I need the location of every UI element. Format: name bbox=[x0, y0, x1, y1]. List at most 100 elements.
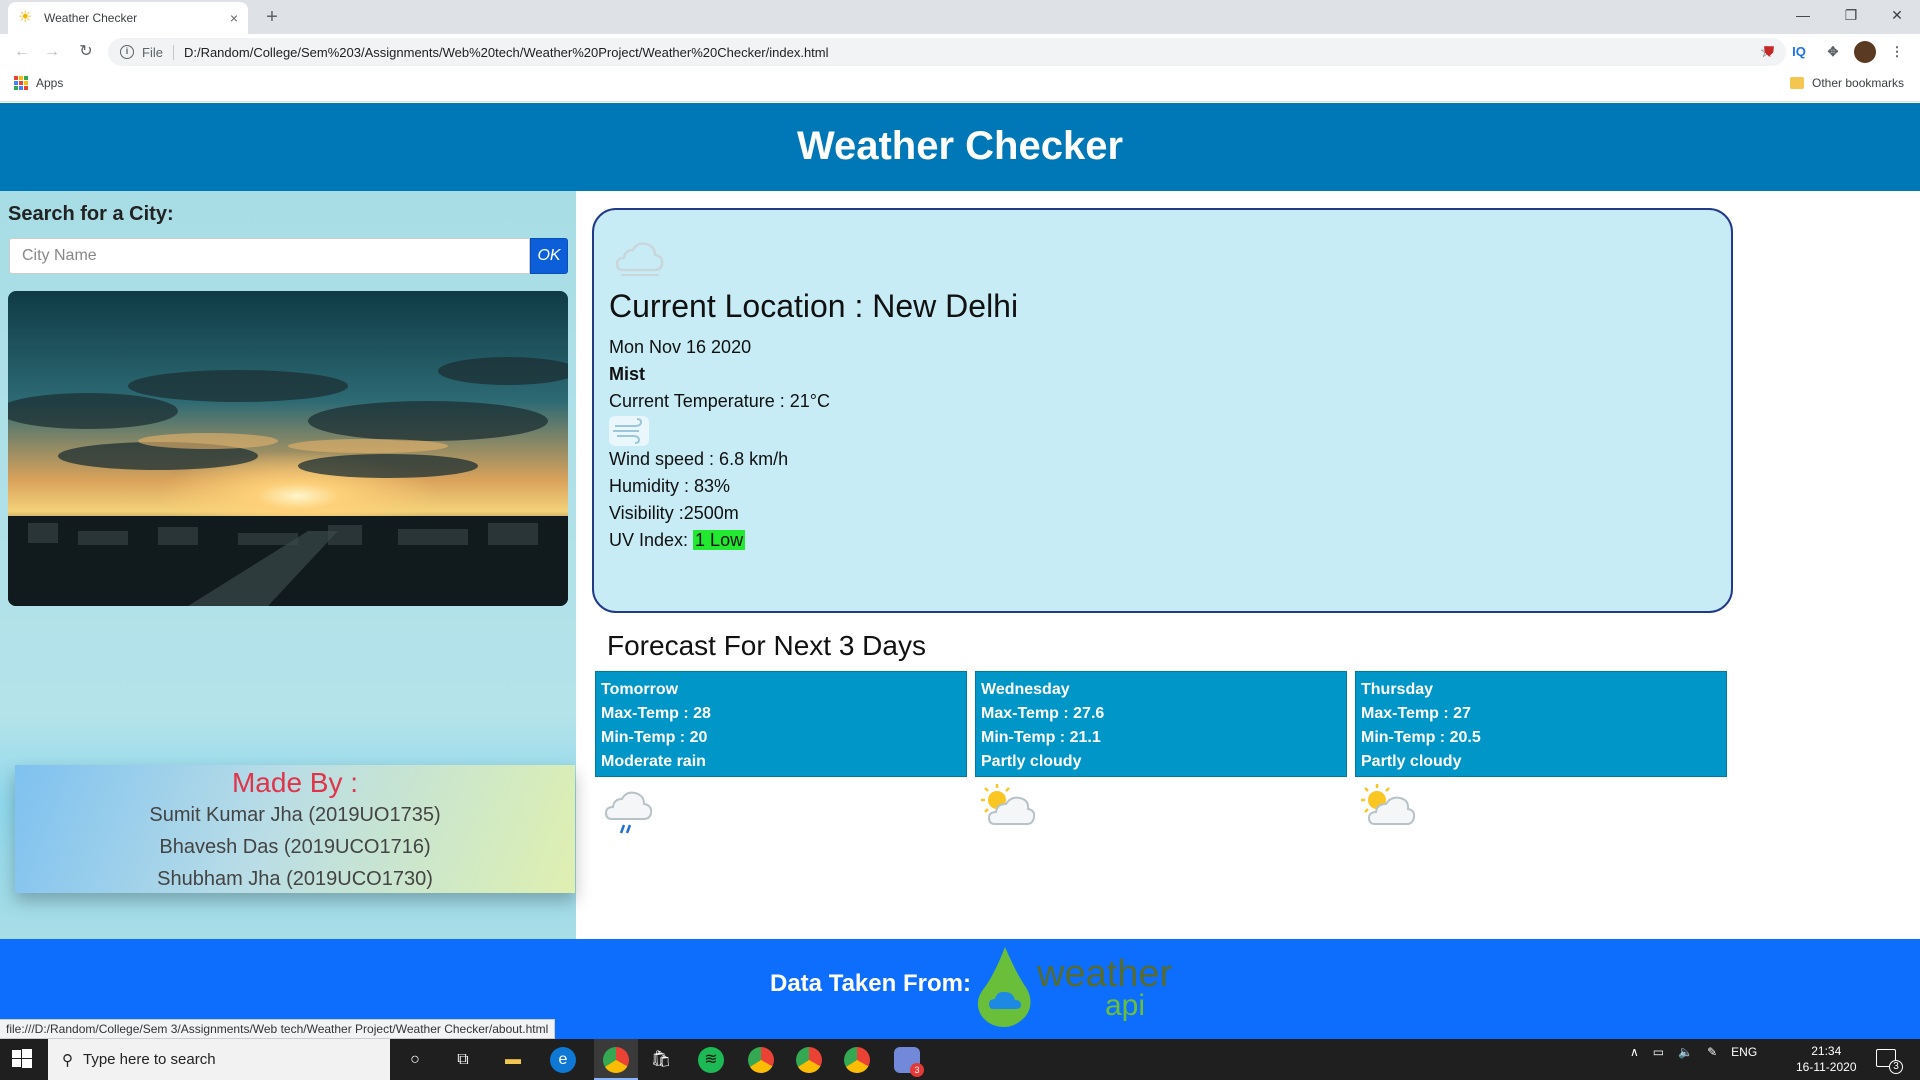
wind-speed: Wind speed : 6.8 km/h bbox=[609, 449, 789, 469]
forecast-min: Min-Temp : 20.5 bbox=[1361, 729, 1481, 746]
partly-cloudy-icon bbox=[1359, 784, 1417, 835]
folder-icon bbox=[1790, 77, 1804, 89]
chrome-profile-icon[interactable] bbox=[844, 1047, 870, 1073]
search-icon: ⚲ bbox=[62, 1051, 73, 1069]
notification-center-icon[interactable]: 3 bbox=[1876, 1049, 1903, 1074]
battery-icon[interactable]: ▭ bbox=[1653, 1045, 1664, 1059]
notification-count: 3 bbox=[1889, 1060, 1903, 1074]
close-tab-icon[interactable]: × bbox=[230, 10, 238, 26]
sun-favicon-icon: ☀ bbox=[18, 9, 33, 26]
other-bookmarks-label: Other bookmarks bbox=[1812, 76, 1905, 90]
ok-button[interactable]: OK bbox=[530, 238, 568, 274]
current-condition: Mist bbox=[609, 364, 645, 384]
taskbar-clock[interactable]: 21:34 16-11-2020 bbox=[1796, 1043, 1857, 1075]
store-icon[interactable]: 🛍 bbox=[648, 1047, 674, 1073]
system-tray: ∧ ▭ 🔈 ✎ ENG bbox=[1630, 1045, 1757, 1059]
windows-start-icon[interactable] bbox=[12, 1049, 32, 1074]
forecast-max: Max-Temp : 27 bbox=[1361, 705, 1471, 722]
visibility: Visibility :2500m bbox=[609, 503, 739, 523]
spotify-icon[interactable]: ≋ bbox=[698, 1047, 724, 1073]
tab-strip bbox=[0, 0, 1920, 34]
forecast-card: Thursday Max-Temp : 27 Min-Temp : 20.5 P… bbox=[1355, 671, 1727, 777]
forecast-card: Wednesday Max-Temp : 27.6 Min-Temp : 21.… bbox=[975, 671, 1347, 777]
forward-icon[interactable]: → bbox=[40, 40, 64, 64]
apps-label: Apps bbox=[36, 76, 64, 90]
browser-tab[interactable]: ☀ Weather Checker × bbox=[8, 2, 248, 34]
link-status-bar: file:///D:/Random/College/Sem 3/Assignme… bbox=[0, 1019, 556, 1039]
chevron-up-icon[interactable]: ∧ bbox=[1630, 1045, 1639, 1059]
cortana-icon[interactable]: ○ bbox=[402, 1047, 428, 1073]
page-title: Weather Checker bbox=[0, 103, 1920, 191]
back-icon[interactable]: ← bbox=[10, 40, 34, 64]
reload-icon[interactable]: ↻ bbox=[74, 40, 98, 64]
forecast-day: Thursday bbox=[1361, 681, 1434, 698]
forecast-condition: Moderate rain bbox=[601, 753, 706, 770]
partly-cloudy-icon bbox=[979, 784, 1037, 835]
discord-icon[interactable]: 3 bbox=[894, 1047, 924, 1077]
wind-icon bbox=[609, 416, 649, 451]
logo-word-api: api bbox=[1105, 989, 1146, 1022]
taskbar-search-placeholder: Type here to search bbox=[83, 1051, 216, 1068]
credit-member: Bhavesh Das (2019UCO1716) bbox=[159, 836, 431, 858]
forecast-min: Min-Temp : 21.1 bbox=[981, 729, 1101, 746]
info-icon[interactable]: i bbox=[120, 45, 134, 59]
language-indicator[interactable]: ENG bbox=[1731, 1045, 1757, 1059]
current-location: Current Location : New Delhi bbox=[609, 288, 1019, 324]
file-explorer-icon[interactable]: ▬ bbox=[500, 1047, 526, 1073]
profile-avatar[interactable] bbox=[1854, 41, 1876, 63]
forecast-max: Max-Temp : 27.6 bbox=[981, 705, 1105, 722]
url-text[interactable]: D:/Random/College/Sem%203/Assignments/We… bbox=[184, 45, 829, 60]
rain-cloud-icon bbox=[604, 789, 654, 844]
forecast-max: Max-Temp : 28 bbox=[601, 705, 711, 722]
new-tab-button[interactable]: + bbox=[258, 4, 286, 32]
forecast-day: Wednesday bbox=[981, 681, 1070, 698]
iq-extension-icon[interactable]: IQ bbox=[1788, 41, 1810, 63]
search-label: Search for a City: bbox=[8, 203, 174, 225]
address-bar[interactable]: i File D:/Random/College/Sem%203/Assignm… bbox=[108, 38, 1786, 66]
apps-bookmark[interactable]: Apps bbox=[14, 76, 63, 90]
current-date: Mon Nov 16 2020 bbox=[609, 337, 752, 357]
uv-index: UV Index: 1 Low bbox=[609, 530, 746, 551]
forecast-day: Tomorrow bbox=[601, 681, 679, 698]
credits-box: Made By : Sumit Kumar Jha (2019UO1735) B… bbox=[15, 765, 575, 893]
file-scheme-label: File bbox=[142, 44, 174, 60]
volume-icon[interactable]: 🔈 bbox=[1678, 1045, 1693, 1059]
edge-icon[interactable]: e bbox=[550, 1047, 576, 1073]
other-bookmarks[interactable]: Other bookmarks bbox=[1790, 76, 1904, 90]
uv-index-badge: 1 Low bbox=[693, 530, 746, 550]
weatherapi-logo[interactable]: weather api bbox=[975, 945, 1172, 1029]
discord-badge: 3 bbox=[910, 1063, 924, 1077]
forecast-title: Forecast For Next 3 Days bbox=[607, 630, 926, 661]
tab-title: Weather Checker bbox=[44, 11, 138, 25]
menu-kebab-icon[interactable]: ⋮ bbox=[1886, 41, 1908, 63]
uv-index-label: UV Index: bbox=[609, 530, 694, 550]
forecast-condition: Partly cloudy bbox=[981, 753, 1082, 770]
clock-date: 16-11-2020 bbox=[1796, 1060, 1857, 1074]
city-search-input[interactable] bbox=[9, 238, 530, 274]
forecast-condition: Partly cloudy bbox=[1361, 753, 1462, 770]
credits-title: Made By : bbox=[231, 767, 359, 798]
sunset-city-image bbox=[8, 291, 568, 606]
shield-extension-icon[interactable]: ⛊ bbox=[1758, 41, 1780, 63]
extensions-puzzle-icon[interactable]: ✥ bbox=[1822, 41, 1844, 63]
taskbar-search-box[interactable]: ⚲ Type here to search bbox=[48, 1039, 390, 1080]
chrome-icon bbox=[603, 1047, 629, 1073]
chrome-profile-icon[interactable] bbox=[748, 1047, 774, 1073]
apps-grid-icon bbox=[14, 76, 28, 90]
clock-time: 21:34 bbox=[1811, 1044, 1842, 1058]
pen-icon[interactable]: ✎ bbox=[1707, 1045, 1717, 1059]
chrome-profile-icon[interactable] bbox=[796, 1047, 822, 1073]
restore-icon[interactable]: ❐ bbox=[1828, 0, 1874, 34]
credit-member: Sumit Kumar Jha (2019UO1735) bbox=[149, 804, 441, 826]
task-view-icon[interactable]: ⧉ bbox=[450, 1047, 476, 1073]
bookmarks-bar bbox=[0, 70, 1920, 102]
credit-member: Shubham Jha (2019UCO1730) bbox=[157, 868, 433, 890]
minimize-icon[interactable]: — bbox=[1780, 0, 1826, 34]
mist-cloud-icon bbox=[615, 238, 665, 287]
window-close-icon[interactable]: ✕ bbox=[1874, 0, 1920, 34]
forecast-min: Min-Temp : 20 bbox=[601, 729, 708, 746]
current-temperature: Current Temperature : 21°C bbox=[609, 391, 830, 411]
chrome-active-taskbar[interactable] bbox=[594, 1039, 638, 1080]
data-source-label: Data Taken From: bbox=[770, 970, 971, 997]
forecast-card: Tomorrow Max-Temp : 28 Min-Temp : 20 Mod… bbox=[595, 671, 967, 777]
